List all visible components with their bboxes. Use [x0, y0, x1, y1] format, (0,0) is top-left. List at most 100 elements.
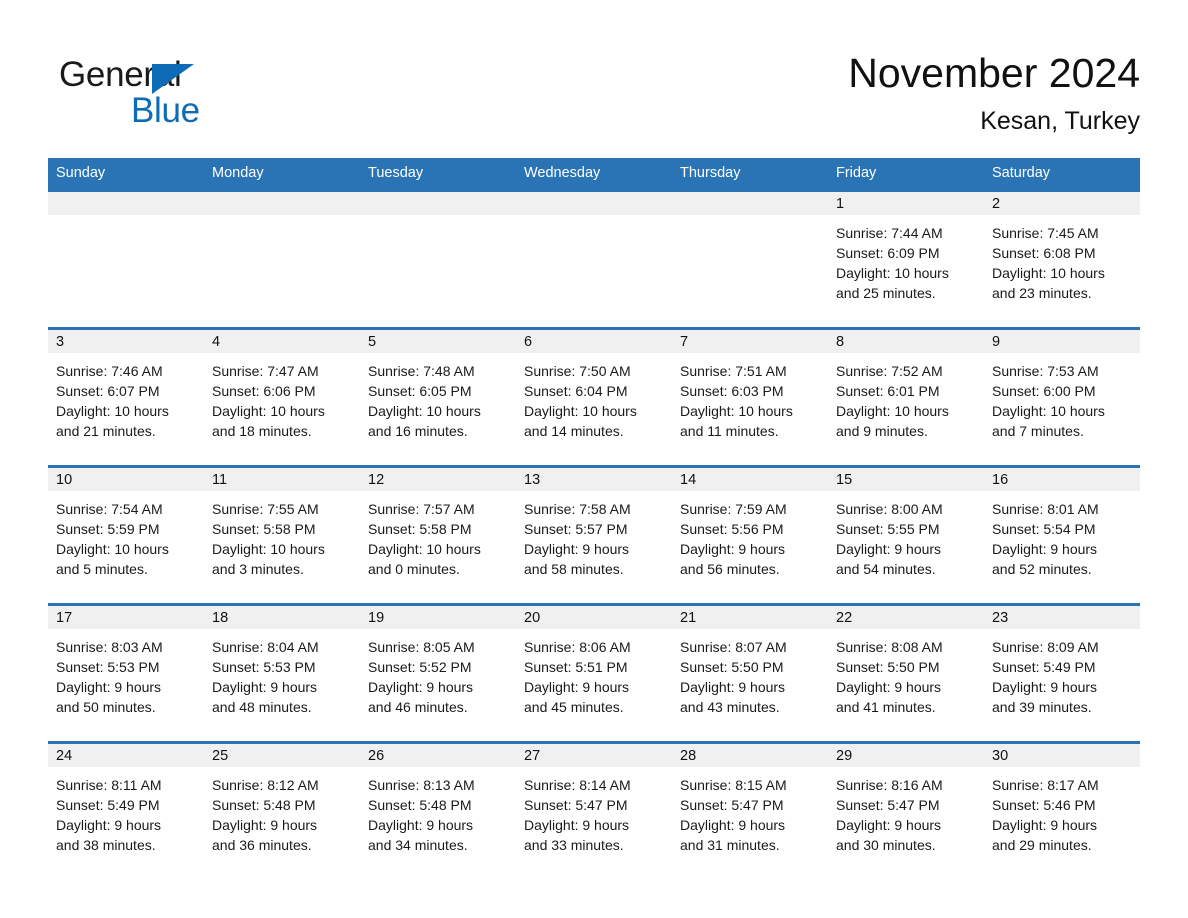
- day-cell-15[interactable]: 15 Sunrise: 8:00 AM Sunset: 5:55 PM Dayligh…: [828, 468, 984, 603]
- day-cell-21[interactable]: 21 Sunrise: 8:07 AM Sunset: 5:50 PM Dayligh…: [672, 606, 828, 741]
- day-cell-18[interactable]: 18 Sunrise: 8:04 AM Sunset: 5:53 PM Dayligh…: [204, 606, 360, 741]
- daylight-text-cont: and 3 minutes.: [212, 561, 304, 577]
- weekday-header-monday: Monday: [212, 165, 264, 181]
- sunrise-text: Sunrise: 7:54 AM: [56, 501, 163, 517]
- sunset-text: Sunset: 5:53 PM: [212, 659, 316, 675]
- sunrise-text: Sunrise: 7:47 AM: [212, 363, 319, 379]
- day-details: Sunrise: 8:14 AM Sunset: 5:47 PM Daylight:…: [516, 767, 672, 879]
- sunset-text: Sunset: 6:00 PM: [992, 383, 1096, 399]
- day-cell-5[interactable]: 5 Sunrise: 7:48 AM Sunset: 6:05 PM Daylight…: [360, 330, 516, 465]
- day-cell-1[interactable]: 1 Sunrise: 7:44 AM Sunset: 6:09 PM Daylight…: [828, 192, 984, 327]
- day-details: Sunrise: 8:04 AM Sunset: 5:53 PM Daylight:…: [204, 629, 360, 741]
- daylight-text: Daylight: 10 hours: [836, 403, 949, 419]
- daylight-text: Daylight: 9 hours: [212, 817, 318, 833]
- day-cell-7[interactable]: 7 Sunrise: 7:51 AM Sunset: 6:03 PM Daylight…: [672, 330, 828, 465]
- sunrise-text: Sunrise: 7:48 AM: [368, 363, 475, 379]
- daylight-text: Daylight: 9 hours: [212, 679, 318, 695]
- sunrise-text: Sunrise: 7:57 AM: [368, 501, 475, 517]
- day-cell-14[interactable]: 14 Sunrise: 7:59 AM Sunset: 5:56 PM Dayligh…: [672, 468, 828, 603]
- daylight-text: Daylight: 9 hours: [680, 817, 786, 833]
- day-details: Sunrise: 8:05 AM Sunset: 5:52 PM Daylight:…: [360, 629, 516, 741]
- daylight-text: Daylight: 10 hours: [56, 541, 169, 557]
- daylight-text: Daylight: 9 hours: [992, 541, 1098, 557]
- sunset-text: Sunset: 5:47 PM: [524, 797, 628, 813]
- daylight-text-cont: and 48 minutes.: [212, 699, 312, 715]
- day-cell-29[interactable]: 29 Sunrise: 8:16 AM Sunset: 5:47 PM Dayligh…: [828, 744, 984, 879]
- sunset-text: Sunset: 6:07 PM: [56, 383, 160, 399]
- sunrise-text: Sunrise: 8:12 AM: [212, 777, 319, 793]
- day-number: 16: [984, 468, 1140, 491]
- day-cell-17[interactable]: 17 Sunrise: 8:03 AM Sunset: 5:53 PM Dayligh…: [48, 606, 204, 741]
- sunset-text: Sunset: 5:57 PM: [524, 521, 628, 537]
- day-number: 20: [516, 606, 672, 629]
- brand-name-blue: Blue: [131, 91, 200, 130]
- sunrise-text: Sunrise: 8:04 AM: [212, 639, 319, 655]
- brand-logo[interactable]: General Blue: [59, 56, 359, 136]
- sunrise-text: Sunrise: 7:44 AM: [836, 225, 943, 241]
- day-cell-12[interactable]: 12 Sunrise: 7:57 AM Sunset: 5:58 PM Dayligh…: [360, 468, 516, 603]
- sunrise-text: Sunrise: 8:17 AM: [992, 777, 1099, 793]
- day-cell-23[interactable]: 23 Sunrise: 8:09 AM Sunset: 5:49 PM Dayligh…: [984, 606, 1140, 741]
- daylight-text: Daylight: 10 hours: [836, 265, 949, 281]
- daylight-text: Daylight: 9 hours: [524, 679, 630, 695]
- day-cell-3[interactable]: 3 Sunrise: 7:46 AM Sunset: 6:07 PM Daylight…: [48, 330, 204, 465]
- day-cell-16[interactable]: 16 Sunrise: 8:01 AM Sunset: 5:54 PM Dayligh…: [984, 468, 1140, 603]
- day-cell-28[interactable]: 28 Sunrise: 8:15 AM Sunset: 5:47 PM Dayligh…: [672, 744, 828, 879]
- daylight-text: Daylight: 9 hours: [992, 679, 1098, 695]
- calendar-weeks: 1 Sunrise: 7:44 AM Sunset: 6:09 PM Daylight…: [48, 189, 1140, 879]
- day-details: Sunrise: 7:51 AM Sunset: 6:03 PM Daylight:…: [672, 353, 828, 465]
- sunrise-text: Sunrise: 8:00 AM: [836, 501, 943, 517]
- daylight-text-cont: and 45 minutes.: [524, 699, 624, 715]
- daylight-text-cont: and 9 minutes.: [836, 423, 928, 439]
- sunset-text: Sunset: 5:58 PM: [212, 521, 316, 537]
- day-number: 10: [48, 468, 204, 491]
- day-number: [672, 192, 828, 215]
- day-number: 19: [360, 606, 516, 629]
- day-cell-9[interactable]: 9 Sunrise: 7:53 AM Sunset: 6:00 PM Daylight…: [984, 330, 1140, 465]
- day-cell-25[interactable]: 25 Sunrise: 8:12 AM Sunset: 5:48 PM Dayligh…: [204, 744, 360, 879]
- day-cell-8[interactable]: 8 Sunrise: 7:52 AM Sunset: 6:01 PM Daylight…: [828, 330, 984, 465]
- day-number: 1: [828, 192, 984, 215]
- day-details: Sunrise: 7:46 AM Sunset: 6:07 PM Daylight:…: [48, 353, 204, 465]
- daylight-text: Daylight: 9 hours: [524, 817, 630, 833]
- sunrise-text: Sunrise: 7:46 AM: [56, 363, 163, 379]
- day-cell-22[interactable]: 22 Sunrise: 8:08 AM Sunset: 5:50 PM Dayligh…: [828, 606, 984, 741]
- day-cell-10[interactable]: 10 Sunrise: 7:54 AM Sunset: 5:59 PM Dayligh…: [48, 468, 204, 603]
- page-title: November 2024: [848, 50, 1140, 96]
- day-details: Sunrise: 8:15 AM Sunset: 5:47 PM Daylight:…: [672, 767, 828, 879]
- sunrise-text: Sunrise: 8:06 AM: [524, 639, 631, 655]
- sunset-text: Sunset: 5:46 PM: [992, 797, 1096, 813]
- sunset-text: Sunset: 5:50 PM: [680, 659, 784, 675]
- day-cell-13[interactable]: 13 Sunrise: 7:58 AM Sunset: 5:57 PM Dayligh…: [516, 468, 672, 603]
- day-cell-24[interactable]: 24 Sunrise: 8:11 AM Sunset: 5:49 PM Dayligh…: [48, 744, 204, 879]
- sunset-text: Sunset: 5:54 PM: [992, 521, 1096, 537]
- day-number: [204, 192, 360, 215]
- day-cell-11[interactable]: 11 Sunrise: 7:55 AM Sunset: 5:58 PM Dayligh…: [204, 468, 360, 603]
- daylight-text: Daylight: 9 hours: [680, 679, 786, 695]
- calendar-week-row: 3 Sunrise: 7:46 AM Sunset: 6:07 PM Daylight…: [48, 327, 1140, 465]
- day-cell-4[interactable]: 4 Sunrise: 7:47 AM Sunset: 6:06 PM Daylight…: [204, 330, 360, 465]
- weekday-header-tuesday: Tuesday: [368, 165, 424, 181]
- daylight-text: Daylight: 10 hours: [992, 403, 1105, 419]
- daylight-text-cont: and 14 minutes.: [524, 423, 624, 439]
- day-cell-19[interactable]: 19 Sunrise: 8:05 AM Sunset: 5:52 PM Dayligh…: [360, 606, 516, 741]
- daylight-text: Daylight: 10 hours: [56, 403, 169, 419]
- day-cell-6[interactable]: 6 Sunrise: 7:50 AM Sunset: 6:04 PM Daylight…: [516, 330, 672, 465]
- day-cell-27[interactable]: 27 Sunrise: 8:14 AM Sunset: 5:47 PM Dayligh…: [516, 744, 672, 879]
- weekday-header-sunday: Sunday: [56, 165, 106, 181]
- sunrise-text: Sunrise: 8:03 AM: [56, 639, 163, 655]
- sunset-text: Sunset: 5:51 PM: [524, 659, 628, 675]
- daylight-text: Daylight: 9 hours: [524, 541, 630, 557]
- day-details: [360, 215, 516, 327]
- day-cell-2[interactable]: 2 Sunrise: 7:45 AM Sunset: 6:08 PM Daylight…: [984, 192, 1140, 327]
- day-cell-20[interactable]: 20 Sunrise: 8:06 AM Sunset: 5:51 PM Dayligh…: [516, 606, 672, 741]
- daylight-text-cont: and 34 minutes.: [368, 837, 468, 853]
- day-cell-empty: [48, 192, 204, 327]
- day-cell-30[interactable]: 30 Sunrise: 8:17 AM Sunset: 5:46 PM Dayligh…: [984, 744, 1140, 879]
- day-number: 4: [204, 330, 360, 353]
- day-number: 7: [672, 330, 828, 353]
- title-block: November 2024 Kesan, Turkey: [848, 48, 1140, 138]
- calendar-week-row: 10 Sunrise: 7:54 AM Sunset: 5:59 PM Dayligh…: [48, 465, 1140, 603]
- daylight-text-cont: and 54 minutes.: [836, 561, 936, 577]
- day-cell-26[interactable]: 26 Sunrise: 8:13 AM Sunset: 5:48 PM Dayligh…: [360, 744, 516, 879]
